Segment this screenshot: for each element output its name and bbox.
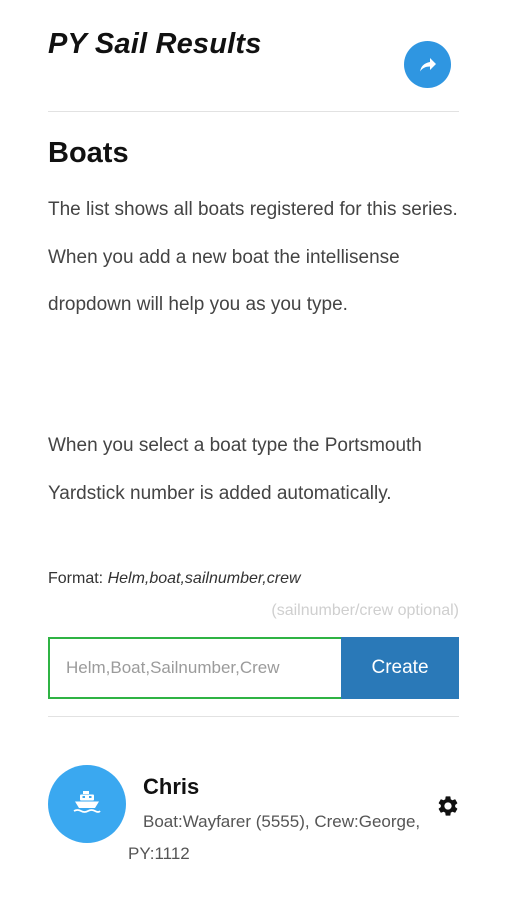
boat-icon (72, 790, 102, 819)
section-heading: Boats (48, 137, 129, 169)
py-description: When you select a boat type the Portsmou… (48, 435, 422, 504)
list-divider (48, 716, 459, 717)
header-divider (48, 111, 459, 112)
boats-description: The list shows all boats registered for … (48, 199, 458, 315)
boat-details: Boat:Wayfarer (5555), Crew:George, PY:11… (128, 812, 421, 863)
format-optional-note: (sailnumber/crew optional) (271, 602, 459, 619)
avatar (48, 765, 126, 843)
boat-entry-input[interactable] (48, 637, 341, 699)
share-button[interactable] (404, 41, 451, 88)
list-item[interactable]: Chris Boat:Wayfarer (5555), Crew:George,… (48, 760, 459, 870)
gear-icon[interactable] (436, 794, 460, 818)
create-button[interactable]: Create (341, 637, 459, 699)
boat-helm: Chris (143, 774, 200, 799)
page: PY Sail Results Boats The list shows all… (48, 0, 459, 900)
app-title: PY Sail Results (48, 28, 262, 60)
format-label: Format: (48, 570, 108, 587)
format-hint: Format: Helm,boat,sailnumber,crew (48, 570, 301, 588)
format-example: Helm,boat,sailnumber,crew (107, 570, 301, 587)
share-arrow-icon (419, 57, 437, 73)
